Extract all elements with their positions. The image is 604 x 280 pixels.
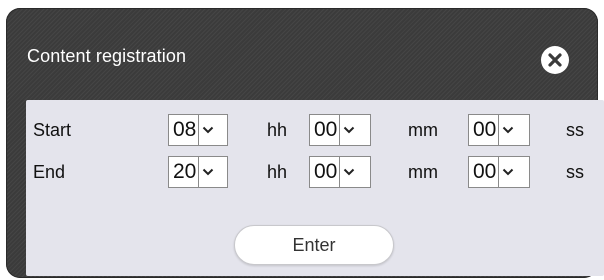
start-minute-select[interactable]: 00 <box>309 114 371 146</box>
end-minute-value: 00 <box>314 160 338 183</box>
close-icon <box>548 53 562 67</box>
start-mm-unit: mm <box>408 120 438 140</box>
time-range-panel: Start 08 hh 00 mm 00 ss End 20 hh 00 mm … <box>26 100 604 276</box>
end-hour-select[interactable]: 20 <box>168 156 228 188</box>
chevron-down-icon <box>198 157 218 187</box>
start-label: Start <box>33 120 72 140</box>
end-hh-unit: hh <box>267 162 288 182</box>
end-second-value: 00 <box>473 160 497 183</box>
start-second-value: 00 <box>473 118 497 141</box>
start-hour-select[interactable]: 08 <box>168 114 228 146</box>
content-registration-dialog: Content registration Start 08 hh 00 mm 0… <box>6 8 604 278</box>
end-minute-select[interactable]: 00 <box>309 156 371 188</box>
end-label: End <box>33 162 66 182</box>
end-mm-unit: mm <box>408 162 438 182</box>
start-hour-value: 08 <box>173 118 197 141</box>
chevron-down-icon <box>339 115 359 145</box>
end-hour-value: 20 <box>173 160 197 183</box>
end-row: End 20 hh 00 mm 00 ss <box>26 156 604 190</box>
start-row: Start 08 hh 00 mm 00 ss <box>26 114 604 148</box>
start-minute-value: 00 <box>314 118 338 141</box>
chevron-down-icon <box>498 115 518 145</box>
chevron-down-icon <box>198 115 218 145</box>
start-hh-unit: hh <box>267 120 288 140</box>
end-second-select[interactable]: 00 <box>468 156 530 188</box>
start-second-select[interactable]: 00 <box>468 114 530 146</box>
end-ss-unit: ss <box>566 162 584 182</box>
enter-button[interactable]: Enter <box>234 225 394 265</box>
close-button[interactable] <box>541 46 569 74</box>
dialog-title: Content registration <box>27 46 187 66</box>
chevron-down-icon <box>498 157 518 187</box>
chevron-down-icon <box>339 157 359 187</box>
start-ss-unit: ss <box>566 120 584 140</box>
